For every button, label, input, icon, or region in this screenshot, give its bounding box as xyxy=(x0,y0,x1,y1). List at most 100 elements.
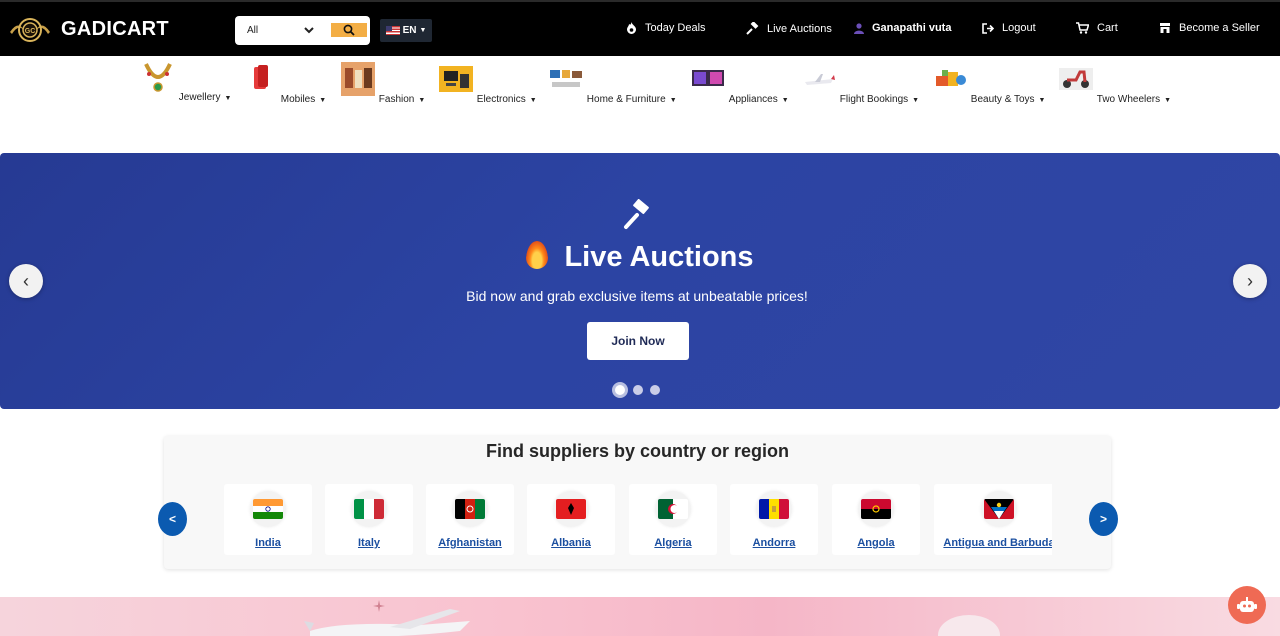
language-code: EN xyxy=(402,25,417,36)
live-auctions-label: Live Auctions xyxy=(767,22,832,35)
italy-flag-icon xyxy=(354,499,384,519)
user-icon xyxy=(854,22,864,34)
category-label: Appliances xyxy=(728,94,778,105)
caret-down-icon: ▼ xyxy=(319,97,327,104)
gadicart-logo-icon[interactable]: GC xyxy=(8,12,52,48)
fire-icon xyxy=(526,241,549,269)
category-beauty-toys[interactable]: Beauty & Toys ▼ xyxy=(932,62,1045,105)
country-name[interactable]: Algeria xyxy=(629,537,717,549)
country-card-algeria[interactable]: Algeria xyxy=(629,484,717,555)
fashion-icon xyxy=(341,62,375,96)
promo-banner[interactable] xyxy=(0,597,1280,636)
caret-down-icon: ▼ xyxy=(1038,97,1046,104)
country-name[interactable]: Albania xyxy=(527,537,615,549)
gavel-icon xyxy=(624,199,649,229)
search-bar: All xyxy=(235,16,370,45)
carousel-next-button[interactable]: › xyxy=(1233,264,1267,298)
carousel-dot-3[interactable] xyxy=(650,385,660,395)
user-profile-link[interactable]: Ganapathi vuta xyxy=(854,22,951,34)
us-flag-icon xyxy=(385,26,400,35)
country-carousel: India Italy Afghanistan Albania Algeria xyxy=(224,484,1052,555)
category-two-wheelers[interactable]: Two Wheelers ▼ xyxy=(1058,62,1171,105)
cart-link[interactable]: Cart xyxy=(1076,22,1118,34)
category-label: Two Wheelers xyxy=(1096,94,1161,105)
flag-badge xyxy=(452,491,488,527)
arrow-left-icon: < xyxy=(168,512,176,526)
category-electronics[interactable]: Electronics ▼ xyxy=(438,62,537,105)
jewellery-icon xyxy=(144,63,172,92)
user-name: Ganapathi vuta xyxy=(872,22,952,34)
india-flag-icon xyxy=(253,499,283,519)
flag-badge xyxy=(553,491,589,527)
chatbot-button[interactable] xyxy=(1228,586,1266,624)
category-label: Jewellery xyxy=(178,92,221,103)
category-flight-bookings[interactable]: Flight Bookings ▼ xyxy=(801,62,919,105)
country-card-andorra[interactable]: Andorra xyxy=(730,484,818,555)
suppliers-panel: Find suppliers by country or region Indi… xyxy=(164,436,1111,569)
country-card-angola[interactable]: Angola xyxy=(832,484,920,555)
category-home-furniture[interactable]: Home & Furniture ▼ xyxy=(548,62,677,105)
chevron-left-icon: ‹ xyxy=(23,270,29,291)
sparkle-icon xyxy=(373,600,385,612)
hero-carousel: Live Auctions Bid now and grab exclusive… xyxy=(0,153,1280,409)
promo-badge xyxy=(938,615,1000,636)
chevron-right-icon: › xyxy=(1247,270,1253,291)
category-label: Flight Bookings xyxy=(839,94,909,105)
carousel-prev-button[interactable]: ‹ xyxy=(9,264,43,298)
search-icon xyxy=(343,24,355,36)
country-name[interactable]: Italy xyxy=(325,537,413,549)
country-name[interactable]: Antigua and Barbuda xyxy=(934,537,1052,549)
hero-subtitle: Bid now and grab exclusive items at unbe… xyxy=(466,288,808,304)
gavel-icon xyxy=(746,22,759,35)
carousel-dot-2[interactable] xyxy=(633,385,643,395)
arrow-right-icon: > xyxy=(1099,512,1107,526)
join-now-button[interactable]: Join Now xyxy=(587,322,689,360)
flag-badge xyxy=(981,491,1017,527)
caret-down-icon: ▼ xyxy=(419,27,427,34)
albania-flag-icon xyxy=(556,499,586,519)
suppliers-title: Find suppliers by country or region xyxy=(485,441,790,461)
brand-name[interactable]: GADICART xyxy=(61,18,169,41)
svg-text:GC: GC xyxy=(25,28,36,35)
category-jewellery[interactable]: Jewellery ▼ xyxy=(140,60,231,103)
become-seller-link[interactable]: Become a Seller xyxy=(1159,22,1260,34)
cart-label: Cart xyxy=(1097,22,1118,34)
category-label: Fashion xyxy=(378,94,415,105)
suppliers-prev-button[interactable]: < xyxy=(158,502,187,536)
language-selector[interactable]: EN ▼ xyxy=(380,19,432,42)
flag-badge xyxy=(756,491,792,527)
country-card-antigua-barbuda[interactable]: Antigua and Barbuda xyxy=(934,484,1052,555)
caret-down-icon: ▼ xyxy=(781,97,789,104)
live-auctions-link[interactable]: Live Auctions xyxy=(746,22,832,35)
search-button[interactable] xyxy=(331,23,367,37)
flag-badge xyxy=(250,491,286,527)
country-card-italy[interactable]: Italy xyxy=(325,484,413,555)
country-name[interactable]: India xyxy=(224,537,312,549)
scooter-icon xyxy=(1059,68,1093,90)
antigua-barbuda-flag-icon xyxy=(984,499,1014,519)
angola-flag-icon xyxy=(861,499,891,519)
flag-badge xyxy=(351,491,387,527)
appliances-icon xyxy=(692,70,724,86)
logout-link[interactable]: Logout xyxy=(982,22,1036,34)
country-name[interactable]: Angola xyxy=(832,537,920,549)
category-fashion[interactable]: Fashion ▼ xyxy=(340,62,425,105)
electronics-icon xyxy=(439,66,473,92)
category-appliances[interactable]: Appliances ▼ xyxy=(690,62,789,105)
carousel-dot-1[interactable] xyxy=(612,382,628,398)
country-card-albania[interactable]: Albania xyxy=(527,484,615,555)
suppliers-next-button[interactable]: > xyxy=(1089,502,1118,536)
category-label: Home & Furniture xyxy=(586,94,666,105)
caret-down-icon: ▼ xyxy=(912,97,920,104)
top-navbar: GC GADICART All EN ▼ Today Deals Live Au… xyxy=(0,0,1280,56)
category-mobiles[interactable]: Mobiles ▼ xyxy=(242,62,326,105)
algeria-flag-icon xyxy=(658,499,688,519)
store-icon xyxy=(1160,23,1170,33)
country-name[interactable]: Afghanistan xyxy=(426,537,514,549)
today-deals-link[interactable]: Today Deals xyxy=(626,22,706,34)
country-name[interactable]: Andorra xyxy=(730,537,818,549)
country-card-afghanistan[interactable]: Afghanistan xyxy=(426,484,514,555)
search-category-select[interactable]: All xyxy=(235,17,317,44)
country-card-india[interactable]: India xyxy=(224,484,312,555)
flag-badge xyxy=(655,491,691,527)
